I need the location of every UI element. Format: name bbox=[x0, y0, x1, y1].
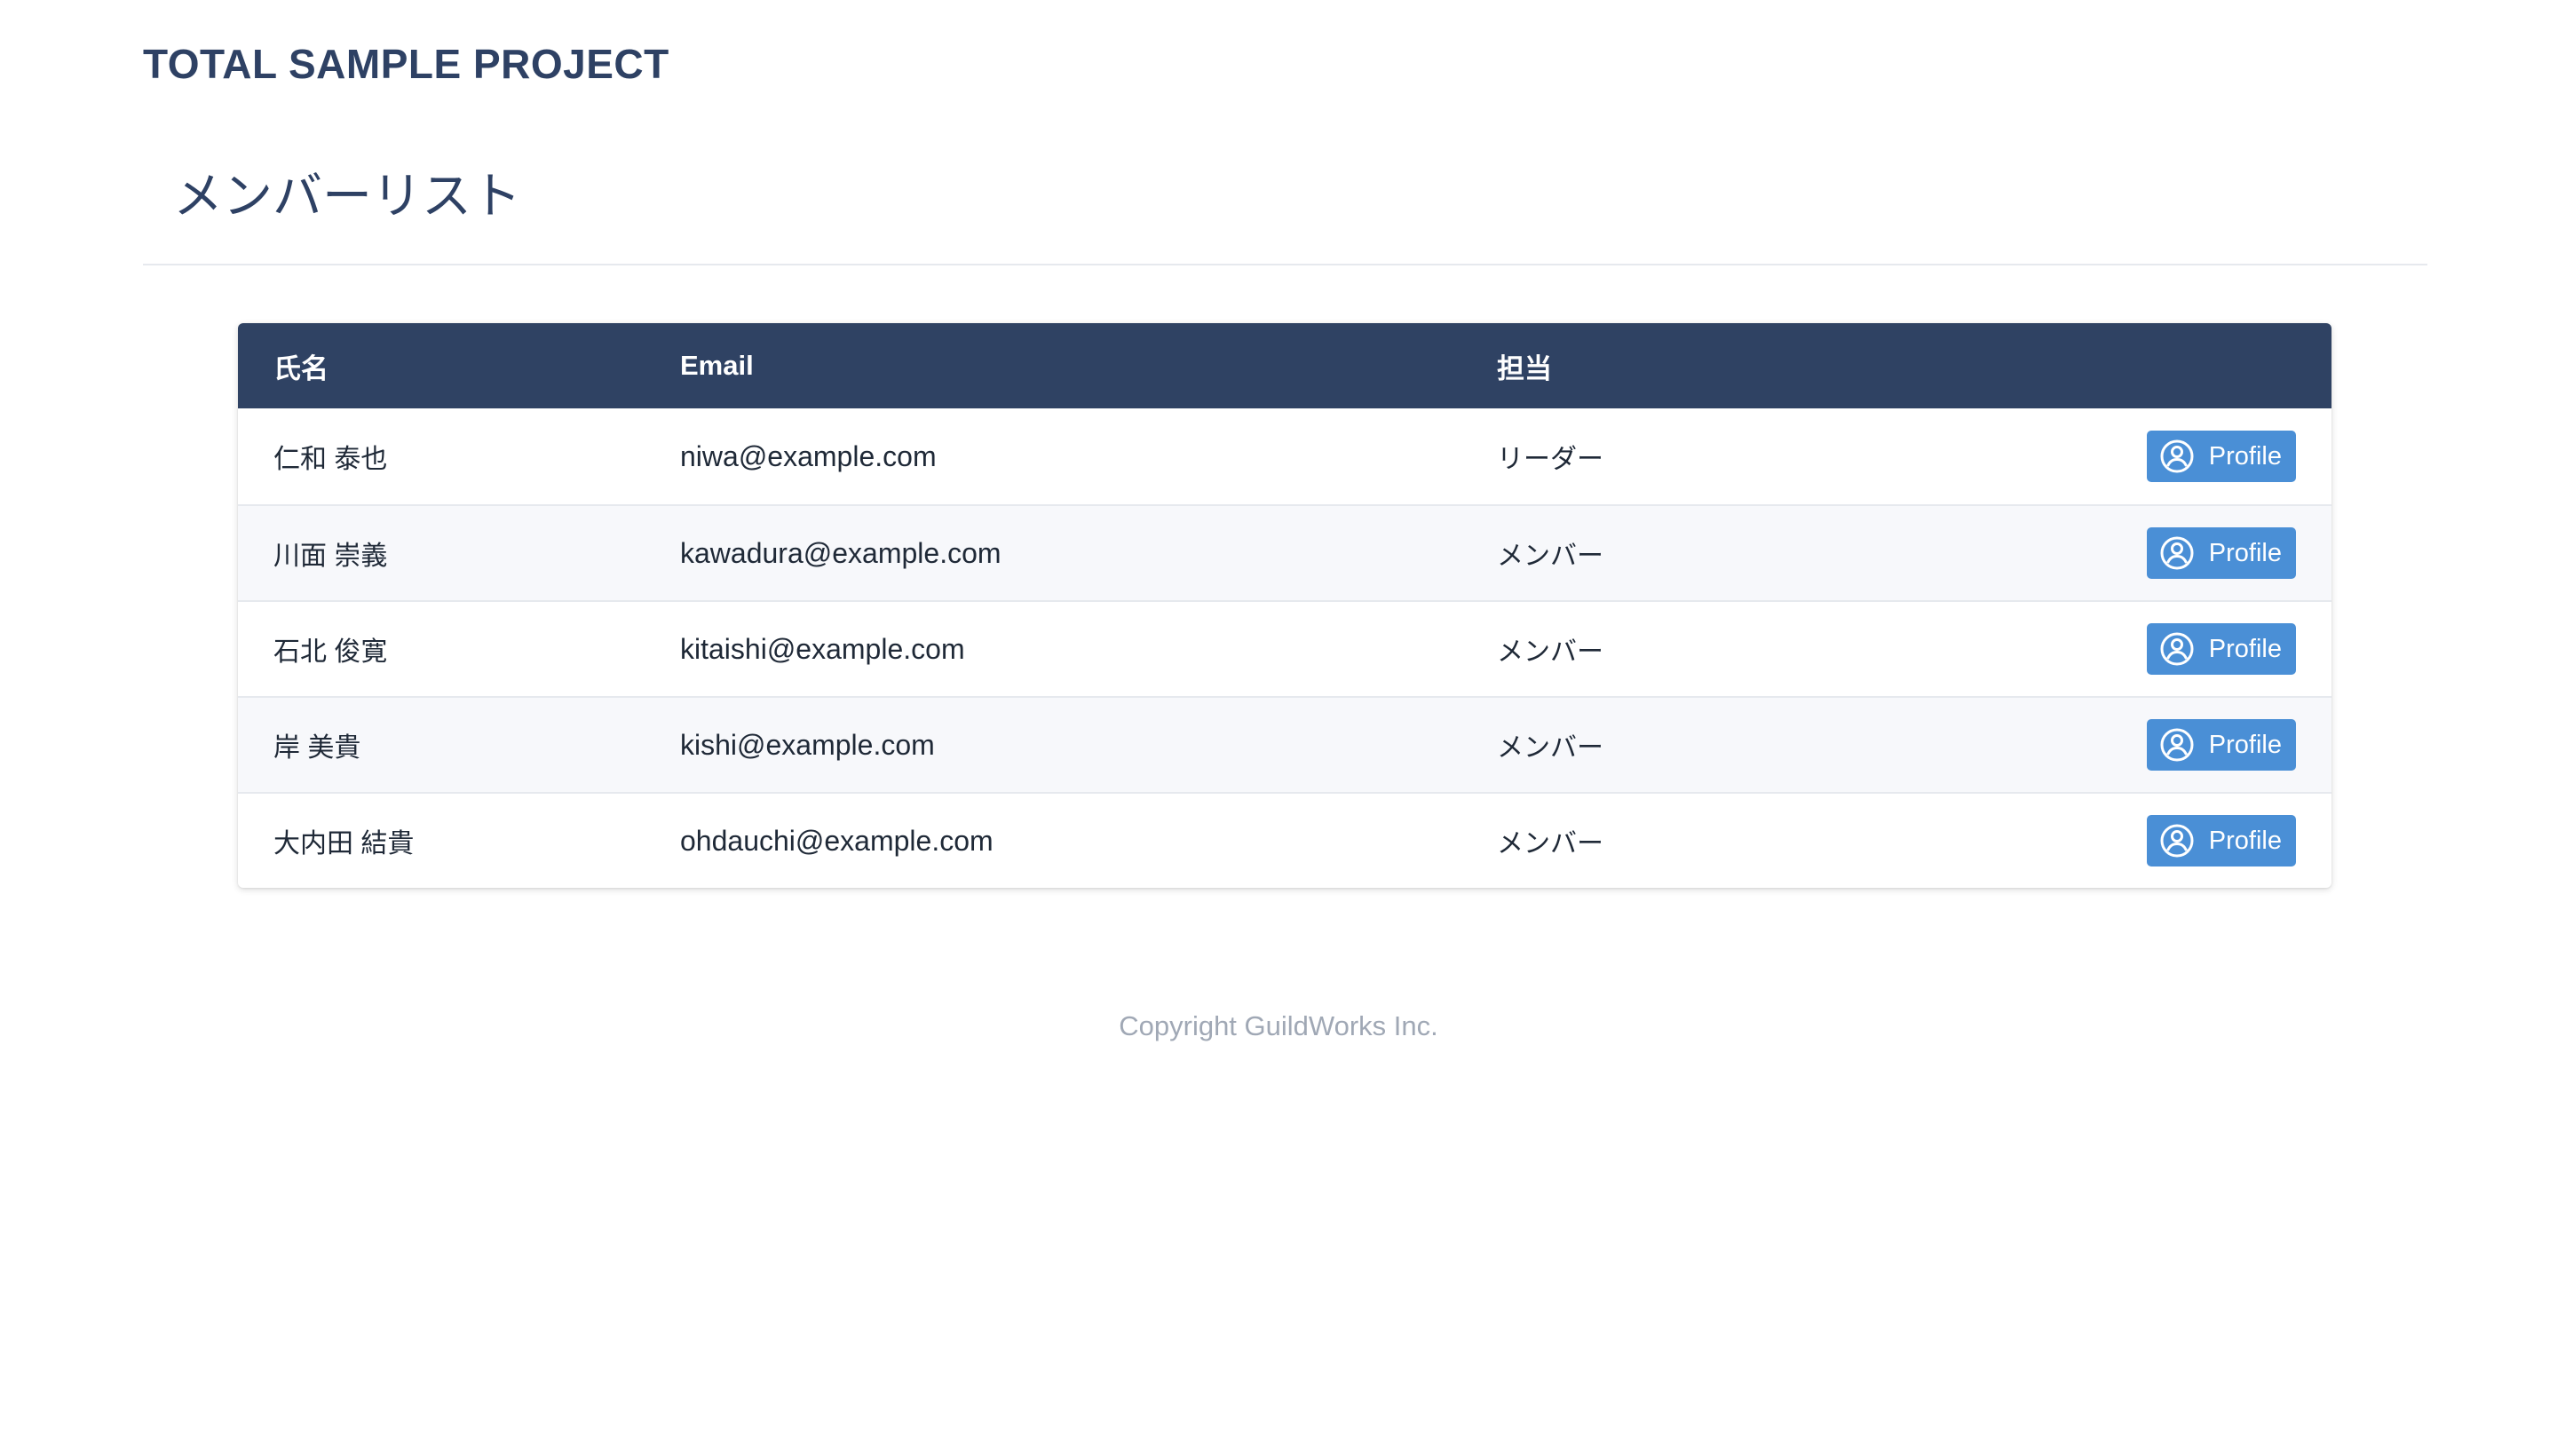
title-divider bbox=[143, 264, 2427, 265]
user-circle-icon bbox=[2159, 823, 2195, 859]
footer-copyright: Copyright GuildWorks Inc. bbox=[1119, 1010, 1438, 1041]
column-header-email: Email bbox=[680, 350, 754, 381]
column-header-name: 氏名 bbox=[273, 352, 329, 384]
member-email: ohdauchi@example.com bbox=[680, 824, 994, 857]
member-role: リーダー bbox=[1497, 445, 1603, 474]
member-email: niwa@example.com bbox=[680, 439, 937, 472]
member-name: 大内田 結貴 bbox=[273, 829, 415, 859]
member-role: メンバー bbox=[1497, 829, 1603, 859]
page-title: メンバーリスト bbox=[173, 168, 521, 224]
user-circle-icon bbox=[2159, 727, 2195, 763]
member-role: メンバー bbox=[1497, 637, 1603, 667]
profile-button-label: Profile bbox=[2208, 441, 2282, 471]
member-email: kitaishi@example.com bbox=[680, 632, 965, 665]
profile-button-label: Profile bbox=[2208, 730, 2282, 759]
table-row: 川面 崇義 kawadura@example.com メンバー Profile bbox=[238, 504, 2331, 600]
table-row: 石北 俊寛 kitaishi@example.com メンバー Profile bbox=[238, 600, 2331, 696]
table-body: 仁和 泰也 niwa@example.com リーダー Profile 川面 崇… bbox=[238, 408, 2331, 888]
member-email: kawadura@example.com bbox=[680, 536, 1001, 569]
profile-button[interactable]: Profile bbox=[2146, 527, 2296, 579]
table-header: 氏名 Email 担当 bbox=[238, 323, 2331, 408]
table-row: 岸 美貴 kishi@example.com メンバー Profile bbox=[238, 696, 2331, 792]
member-role: メンバー bbox=[1497, 733, 1603, 763]
profile-button[interactable]: Profile bbox=[2146, 719, 2296, 771]
table-row: 大内田 結貴 ohdauchi@example.com メンバー Profile bbox=[238, 792, 2331, 888]
page: TOTAL SAMPLE PROJECT メンバーリスト 氏名 Email 担当… bbox=[0, 0, 2557, 1456]
table-row: 仁和 泰也 niwa@example.com リーダー Profile bbox=[238, 408, 2331, 504]
profile-button[interactable]: Profile bbox=[2146, 815, 2296, 866]
member-table: 氏名 Email 担当 仁和 泰也 niwa@example.com リーダー … bbox=[238, 323, 2331, 888]
brand-title[interactable]: TOTAL SAMPLE PROJECT bbox=[143, 37, 669, 91]
member-name: 石北 俊寛 bbox=[273, 637, 388, 667]
profile-button-label: Profile bbox=[2208, 826, 2282, 855]
user-circle-icon bbox=[2159, 631, 2195, 667]
member-email: kishi@example.com bbox=[680, 728, 935, 761]
member-name: 岸 美貴 bbox=[273, 733, 361, 763]
member-role: メンバー bbox=[1497, 542, 1603, 571]
member-name: 川面 崇義 bbox=[273, 542, 388, 571]
user-circle-icon bbox=[2159, 439, 2195, 474]
member-name: 仁和 泰也 bbox=[273, 445, 388, 474]
profile-button[interactable]: Profile bbox=[2146, 431, 2296, 482]
column-header-role: 担当 bbox=[1497, 352, 1552, 384]
profile-button-label: Profile bbox=[2208, 634, 2282, 663]
profile-button-label: Profile bbox=[2208, 538, 2282, 567]
profile-button[interactable]: Profile bbox=[2146, 623, 2296, 675]
user-circle-icon bbox=[2159, 535, 2195, 571]
